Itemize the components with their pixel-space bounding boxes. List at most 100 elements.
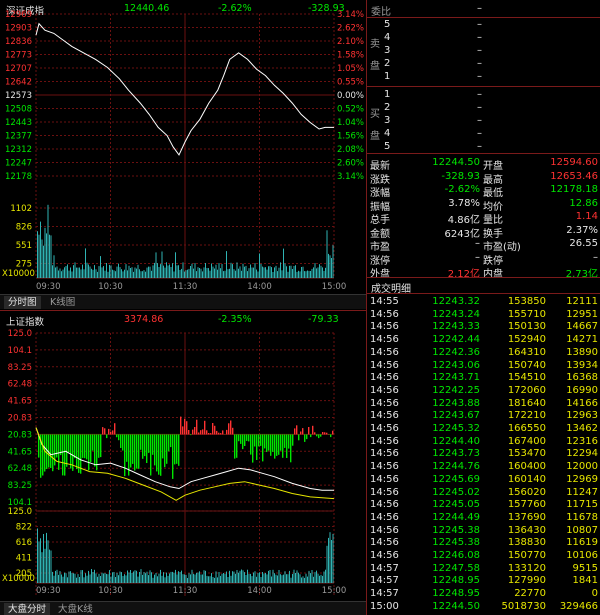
volume-bar bbox=[158, 267, 160, 278]
trade-price: 12244.49 bbox=[432, 511, 480, 523]
volume-bar bbox=[292, 269, 293, 278]
volume-bar bbox=[146, 571, 148, 583]
trade-volume: 166550 bbox=[507, 423, 546, 434]
breadth-tick-label: 125.0 bbox=[8, 329, 32, 339]
volume-bar bbox=[100, 256, 101, 278]
tab-market-kline[interactable]: 大盘K线 bbox=[54, 603, 97, 615]
volume-bar bbox=[305, 573, 307, 583]
breadth-bar bbox=[278, 434, 280, 455]
trade-count: 11619 bbox=[566, 537, 598, 549]
trade-row: 14:56 12244.40 167400 12316 bbox=[367, 436, 600, 448]
trade-count: 12000 bbox=[566, 461, 598, 473]
trade-count: 14271 bbox=[566, 334, 598, 346]
volume-bar bbox=[89, 266, 91, 278]
volume-bar bbox=[176, 265, 178, 278]
trade-count: 14166 bbox=[566, 397, 598, 409]
volume-bar bbox=[164, 577, 166, 583]
volume-bar bbox=[260, 263, 262, 278]
volume-bar bbox=[140, 569, 142, 583]
price-tick-label: 12247 bbox=[5, 159, 32, 169]
volume-bar bbox=[151, 572, 152, 583]
trade-row: 14:56 12245.32 166550 13462 bbox=[367, 423, 600, 435]
trade-time: 14:56 bbox=[370, 384, 399, 396]
trade-time: 14:56 bbox=[370, 550, 399, 561]
volume-bar bbox=[242, 570, 244, 583]
trade-price: 12245.38 bbox=[432, 537, 480, 549]
volume-bar bbox=[67, 264, 68, 278]
level-value: – bbox=[477, 89, 482, 100]
breadth-bar bbox=[116, 434, 118, 438]
volume-bar bbox=[185, 574, 187, 583]
volume-bar bbox=[181, 268, 182, 278]
volume-bar bbox=[205, 263, 206, 278]
breadth-bar bbox=[276, 434, 278, 456]
volume-bar bbox=[248, 573, 250, 583]
trade-time: 14:56 bbox=[370, 524, 399, 536]
volume-bar bbox=[326, 230, 328, 278]
volume-bar bbox=[130, 268, 131, 278]
volume-bar bbox=[170, 267, 172, 278]
level-value: – bbox=[477, 71, 482, 82]
breadth-bar bbox=[244, 434, 246, 446]
volume-bar bbox=[53, 255, 55, 278]
volume-bar bbox=[328, 253, 329, 278]
volume-bar bbox=[38, 541, 40, 583]
breadth-bar bbox=[146, 434, 148, 463]
volume-bar bbox=[266, 574, 268, 583]
breadth-bar bbox=[62, 434, 64, 476]
breadth-bar bbox=[54, 434, 56, 466]
breadth-bar bbox=[46, 434, 48, 469]
breadth-bar bbox=[214, 425, 216, 435]
volume-bar bbox=[58, 574, 59, 583]
volume-bar bbox=[152, 265, 154, 278]
trade-row: 14:56 12246.08 150770 10106 bbox=[367, 550, 600, 562]
quote-row: 外盘 2.12亿 内盘 2.73亿 bbox=[367, 265, 600, 280]
trade-count: 16368 bbox=[566, 372, 598, 384]
breadth-bar bbox=[82, 434, 84, 458]
volume-bar bbox=[37, 231, 38, 278]
breadth-bar bbox=[162, 434, 164, 459]
volume-bar bbox=[155, 252, 157, 278]
volume-bar bbox=[155, 573, 157, 583]
sell-level-row: 2– bbox=[367, 58, 600, 70]
trade-time: 15:00 bbox=[370, 600, 399, 612]
volume-bar bbox=[263, 267, 265, 278]
sell-level-row: 3– bbox=[367, 45, 600, 57]
trade-price: 12243.71 bbox=[432, 372, 480, 384]
pct-tick-label: 0.55% bbox=[337, 78, 364, 88]
pct-tick-label: 2.60% bbox=[337, 159, 364, 169]
trade-time: 14:56 bbox=[370, 308, 399, 320]
volume-tick-label: 826 bbox=[16, 223, 32, 233]
trade-price: 12242.36 bbox=[432, 346, 480, 358]
volume-bar bbox=[172, 571, 173, 583]
breadth-bar bbox=[142, 434, 144, 459]
volume-bar bbox=[284, 571, 286, 583]
level-value: – bbox=[477, 32, 482, 43]
trade-price: 12248.95 bbox=[432, 588, 480, 600]
trade-time: 14:56 bbox=[370, 359, 399, 371]
volume-bar bbox=[197, 267, 199, 278]
volume-bar bbox=[302, 576, 304, 583]
volume-bar bbox=[239, 266, 241, 278]
volume-bar bbox=[103, 573, 104, 583]
quote-value: -2.62% bbox=[444, 184, 480, 195]
tab-kline[interactable]: K线图 bbox=[46, 296, 79, 309]
tab-intraday[interactable]: 分时图 bbox=[4, 296, 41, 309]
volume-bar bbox=[41, 239, 43, 278]
volume-bar bbox=[175, 569, 176, 583]
volume-bar bbox=[101, 572, 103, 583]
buy-level-row: 5– bbox=[367, 141, 600, 153]
breadth-bar bbox=[164, 434, 166, 468]
breadth-bar bbox=[248, 434, 250, 442]
breadth-bar bbox=[52, 434, 54, 472]
trade-count: 12951 bbox=[566, 308, 598, 320]
volume-bar bbox=[137, 264, 139, 278]
volume-bar bbox=[37, 528, 38, 583]
volume-bar bbox=[206, 575, 208, 583]
volume-bar bbox=[107, 271, 109, 278]
volume-bar bbox=[271, 576, 272, 583]
tab-market-intraday[interactable]: 大盘分时 bbox=[4, 603, 51, 615]
trade-price: 12247.58 bbox=[432, 562, 480, 574]
breadth-bar bbox=[110, 431, 112, 435]
quote-value: – bbox=[593, 251, 598, 263]
